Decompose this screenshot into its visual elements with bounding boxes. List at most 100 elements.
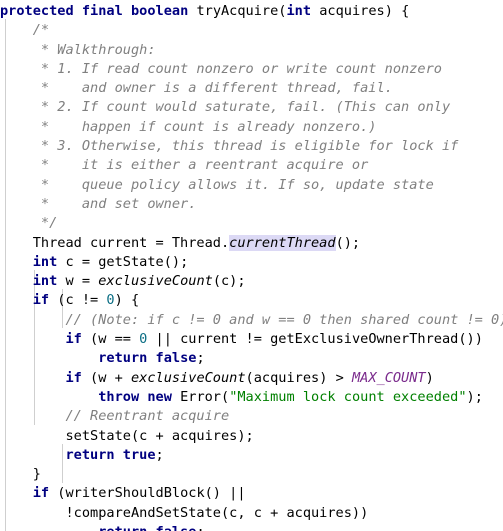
code-line: * Walkthrough:	[0, 41, 503, 60]
code-token: protected	[0, 3, 74, 19]
code-token: * and owner is a different thread, fail.	[0, 80, 393, 97]
code-token: */	[0, 215, 58, 232]
code-token: 0	[106, 292, 115, 309]
code-line: * it is either a reentrant acquire or	[0, 156, 503, 175]
code-token: tryAcquire(	[188, 3, 287, 19]
code-token: MAX_COUNT	[351, 369, 426, 386]
code-token: ();	[335, 234, 361, 251]
code-token: * and set owner.	[0, 195, 197, 212]
code-token: false	[156, 524, 197, 531]
code-line: * 2. If count would saturate, fail. (Thi…	[0, 98, 503, 117]
code-token: * it is either a reentrant acquire or	[0, 157, 369, 174]
code-token: ;	[196, 524, 204, 531]
code-line: }	[0, 465, 503, 484]
code-line: // (Note: if c != 0 and w == 0 then shar…	[0, 311, 503, 330]
code-token: acquires) {	[311, 3, 410, 19]
code-token: exclusiveCount	[130, 369, 246, 386]
code-line: setState(c + acquires);	[0, 427, 503, 446]
code-token: * queue policy allows it. If so, update …	[0, 176, 434, 193]
code-editor-view[interactable]: protected final boolean tryAcquire(int a…	[0, 0, 503, 531]
code-token: }	[0, 466, 41, 483]
code-token: // (Note: if c != 0 and w == 0 then shar…	[0, 311, 503, 328]
code-token: int	[32, 253, 58, 270]
code-token: return	[65, 446, 115, 463]
code-line: int c = getState();	[0, 253, 503, 272]
code-line: return false;	[0, 349, 503, 368]
code-line: if (w + exclusiveCount(acquires) > MAX_C…	[0, 369, 503, 388]
code-token: (acquires) >	[245, 369, 352, 386]
code-token: if	[65, 369, 82, 386]
code-token: Error(	[171, 388, 230, 405]
code-line: if (c != 0) {	[0, 291, 503, 310]
code-token: (w ==	[81, 331, 140, 348]
code-line: * happen if count is already nonzero.)	[0, 118, 503, 137]
code-line: */	[0, 214, 503, 233]
code-line: * and owner is a different thread, fail.	[0, 79, 503, 98]
code-line: * 3. Otherwise, this thread is eligible …	[0, 137, 503, 156]
code-token: currentThread	[229, 234, 336, 251]
code-line: int w = exclusiveCount(c);	[0, 272, 503, 291]
code-token: int	[32, 273, 58, 290]
code-token: (c !=	[49, 292, 107, 309]
code-token: if	[65, 331, 82, 348]
code-token: || current != getExclusiveOwnerThread())	[147, 331, 483, 348]
code-token: return	[98, 350, 148, 367]
code-token: true	[122, 446, 156, 463]
code-token: final	[81, 3, 123, 19]
code-token: Thread current = Thread.	[0, 234, 230, 251]
code-token: if	[32, 485, 50, 502]
code-token: * happen if count is already nonzero.)	[0, 118, 377, 135]
code-line: if (w == 0 || current != getExclusiveOwn…	[0, 330, 503, 349]
source-code-text[interactable]: protected final boolean tryAcquire(int a…	[0, 0, 503, 531]
code-token: * Walkthrough:	[0, 41, 156, 58]
code-token: ) {	[114, 292, 140, 309]
code-token: ;	[155, 446, 164, 463]
code-token: (writerShouldBlock() ||	[49, 485, 246, 502]
code-token: (w +	[81, 369, 131, 386]
code-token: )	[425, 369, 434, 386]
code-line: return true;	[0, 446, 503, 465]
code-token: exclusiveCount	[98, 273, 213, 290]
code-token: w =	[57, 273, 99, 290]
code-line: Thread current = Thread.currentThread();	[0, 234, 503, 253]
code-line: !compareAndSetState(c, c + acquires))	[0, 504, 503, 523]
code-token: );	[466, 388, 483, 405]
code-line: * queue policy allows it. If so, update …	[0, 176, 503, 195]
code-token: * 1. If read count nonzero or write coun…	[0, 60, 442, 77]
code-line: return false;	[0, 523, 503, 531]
code-line: protected final boolean tryAcquire(int a…	[0, 2, 503, 21]
code-token: if	[32, 292, 50, 309]
code-token: ;	[196, 350, 205, 367]
code-token: new	[147, 388, 172, 405]
code-token: /*	[0, 22, 50, 39]
code-token: * 2. If count would saturate, fail. (Thi…	[0, 99, 451, 116]
code-token: int	[286, 3, 312, 19]
code-token: // Reentrant acquire	[0, 408, 230, 425]
code-line: * 1. If read count nonzero or write coun…	[0, 60, 503, 79]
code-token: setState(c + acquires);	[0, 427, 254, 444]
code-token: "Maximum lock count exceeded"	[229, 388, 467, 405]
code-token: return	[98, 524, 147, 531]
code-token: false	[155, 350, 197, 367]
code-token: boolean	[130, 3, 189, 19]
code-line: /*	[0, 21, 503, 40]
code-line: throw new Error("Maximum lock count exce…	[0, 388, 503, 407]
code-line: // Reentrant acquire	[0, 407, 503, 426]
code-line: * and set owner.	[0, 195, 503, 214]
code-token: * 3. Otherwise, this thread is eligible …	[0, 138, 459, 155]
code-line: if (writerShouldBlock() ||	[0, 484, 503, 503]
